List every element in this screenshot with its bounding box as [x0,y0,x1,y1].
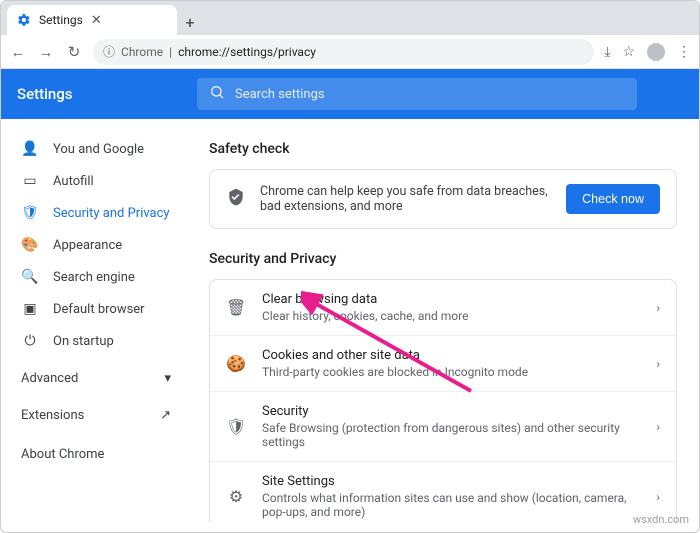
row-subtitle: Clear history, cookies, cache, and more [262,309,640,323]
shield-icon: 🛡 [226,417,246,436]
sidebar-item-autofill[interactable]: ▭ Autofill [1,165,191,197]
row-title: Clear browsing data [262,292,640,307]
security-privacy-list: 🗑 Clear browsing data Clear history, coo… [209,279,677,522]
settings-sidebar: 👤 You and Google ▭ Autofill 🛡 Security a… [1,119,191,522]
about-label: About Chrome [21,447,104,462]
settings-main: Safety check Chrome can help keep you sa… [191,119,699,522]
row-subtitle: Controls what information sites can use … [262,491,640,519]
row-security[interactable]: 🛡 Security Safe Browsing (protection fro… [210,391,676,461]
chevron-right-icon: › [656,420,660,434]
site-info-icon: ⓘ [103,43,115,60]
url-prefix: Chrome [121,45,163,59]
browser-tab[interactable]: Settings ✕ [7,5,177,35]
page-title: Settings [17,85,167,103]
watermark: wsxdn.com [633,513,689,526]
kebab-menu-icon[interactable]: ⋮ [677,44,691,60]
appearance-icon: 🎨 [21,237,39,253]
safety-check-card: Chrome can help keep you safe from data … [209,169,677,229]
safety-check-text: Chrome can help keep you safe from data … [260,184,552,214]
chevron-right-icon: › [656,490,660,504]
power-icon: ⏻ [21,333,39,349]
advanced-label: Advanced [21,371,78,386]
chevron-down-icon: ▾ [164,371,171,386]
sidebar-item-security-privacy[interactable]: 🛡 Security and Privacy [1,197,191,229]
row-clear-browsing-data[interactable]: 🗑 Clear browsing data Clear history, coo… [210,280,676,335]
search-icon [209,84,225,104]
settings-header: Settings Search settings [1,69,699,119]
sidebar-item-label: You and Google [53,142,144,157]
extensions-label: Extensions [21,408,84,423]
reload-button[interactable]: ↻ [65,43,83,61]
row-cookies[interactable]: 🍪 Cookies and other site data Third-part… [210,335,676,391]
tab-close-icon[interactable]: ✕ [91,13,102,28]
row-subtitle: Safe Browsing (protection from dangerous… [262,421,640,449]
sidebar-item-label: Autofill [53,174,94,189]
sidebar-extensions[interactable]: Extensions ↗ [1,396,191,435]
gear-icon [17,13,31,27]
row-title: Cookies and other site data [262,348,640,363]
sidebar-item-label: Default browser [53,302,145,317]
security-privacy-heading: Security and Privacy [209,251,677,267]
check-now-button[interactable]: Check now [566,184,660,214]
chevron-right-icon: › [656,357,660,371]
sidebar-about-chrome[interactable]: About Chrome [1,435,191,474]
tab-strip: Settings ✕ + [1,1,699,35]
sidebar-item-you-and-google[interactable]: 👤 You and Google [1,133,191,165]
sliders-icon: ⚙ [226,487,246,506]
sidebar-item-default-browser[interactable]: ▣ Default browser [1,293,191,325]
browser-icon: ▣ [21,301,39,317]
new-tab-button[interactable]: + [177,9,203,35]
sidebar-item-label: On startup [53,334,114,349]
url-path: chrome://settings/privacy [178,45,316,59]
sidebar-item-label: Security and Privacy [53,206,170,221]
shield-icon: 🛡 [21,205,39,221]
autofill-icon: ▭ [21,173,39,189]
bookmark-star-icon[interactable]: ☆ [622,44,635,60]
trash-icon: 🗑 [226,298,246,317]
sidebar-item-appearance[interactable]: 🎨 Appearance [1,229,191,261]
sidebar-item-label: Search engine [53,270,135,285]
safety-check-heading: Safety check [209,141,677,157]
search-icon: 🔍 [21,269,39,285]
sidebar-advanced[interactable]: Advanced ▾ [1,357,191,396]
sidebar-item-on-startup[interactable]: ⏻ On startup [1,325,191,357]
row-site-settings[interactable]: ⚙ Site Settings Controls what informatio… [210,461,676,522]
tab-title: Settings [39,13,83,27]
back-button[interactable]: ← [9,43,27,61]
row-title: Security [262,404,640,419]
sidebar-item-label: Appearance [53,238,122,253]
chevron-right-icon: › [656,301,660,315]
address-bar[interactable]: ⓘ Chrome | chrome://settings/privacy [93,39,594,65]
profile-avatar[interactable] [647,43,665,61]
external-link-icon: ↗ [160,408,171,423]
install-icon[interactable]: ⤓ [604,44,610,60]
row-title: Site Settings [262,474,640,489]
forward-button[interactable]: → [37,43,55,61]
cookie-icon: 🍪 [226,354,246,373]
sidebar-item-search-engine[interactable]: 🔍 Search engine [1,261,191,293]
search-placeholder: Search settings [235,87,325,102]
row-subtitle: Third-party cookies are blocked in Incog… [262,365,640,379]
browser-toolbar: ← → ↻ ⓘ Chrome | chrome://settings/priva… [1,35,699,69]
search-settings-input[interactable]: Search settings [197,78,637,110]
person-icon: 👤 [21,141,39,157]
shield-check-icon [226,187,246,211]
url-separator: | [169,45,172,59]
